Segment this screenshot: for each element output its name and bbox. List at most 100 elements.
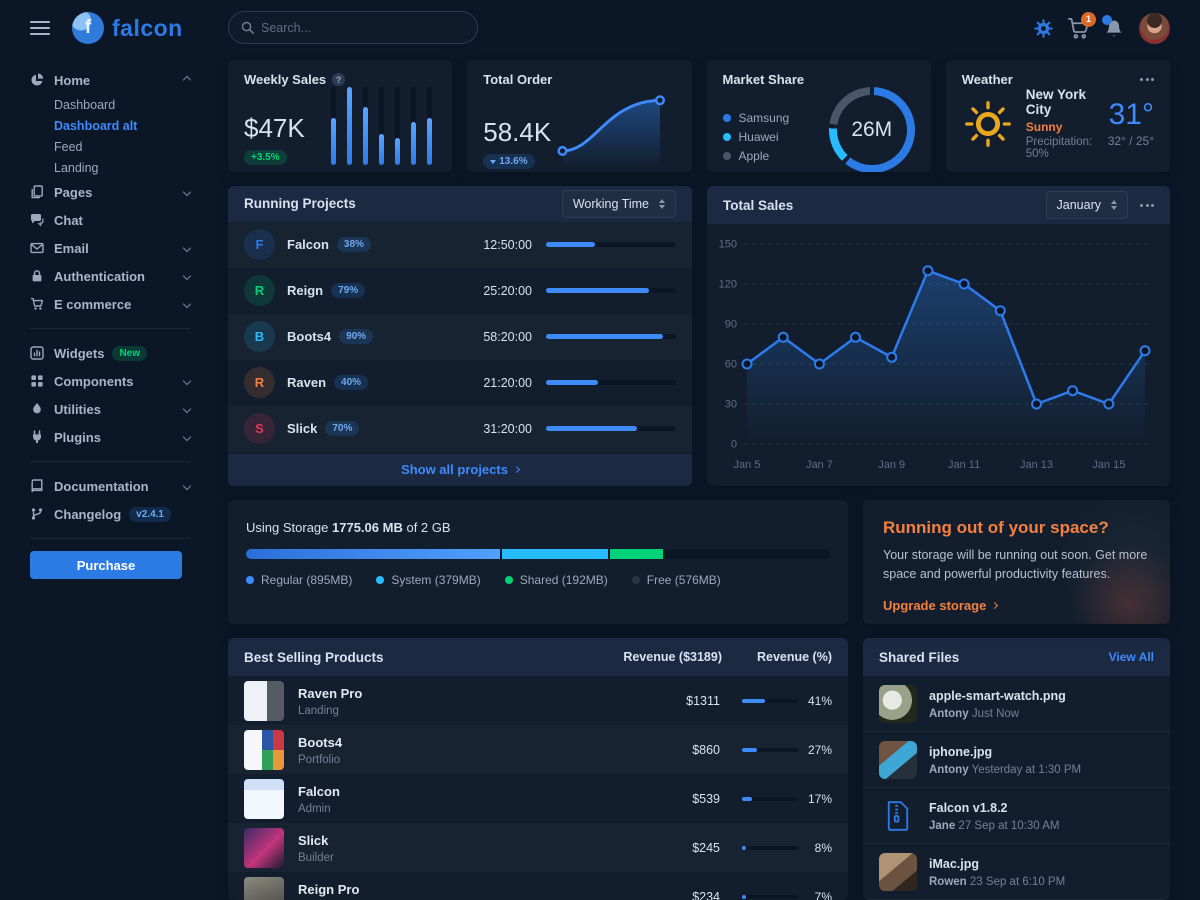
product-row-reign-pro[interactable]: Reign ProAgency $234 7% — [228, 872, 848, 900]
file-thumbnail — [879, 853, 917, 891]
svg-text:120: 120 — [719, 279, 737, 291]
file-row-falcon-v1-8-2[interactable]: Falcon v1.8.2Jane 27 Sep at 10:30 AM — [863, 788, 1170, 844]
file-row-apple-smart-watch-png[interactable]: apple-smart-watch.pngAntony Just Now — [863, 676, 1170, 732]
ellipsis-menu-icon[interactable] — [1140, 78, 1154, 81]
product-row-falcon[interactable]: FalconAdmin $539 17% — [228, 774, 848, 823]
project-percent-badge: 79% — [331, 283, 365, 298]
changelog-icon — [30, 507, 45, 521]
chevron-down-icon — [183, 405, 191, 413]
project-progress-bar — [546, 380, 676, 385]
sidebar-badge: New — [112, 346, 147, 361]
sidebar-item-utilities[interactable]: Utilities — [30, 395, 190, 423]
market-share-donut-chart: 26M — [829, 87, 915, 172]
project-row-boots4[interactable]: B Boots4 90% 58:20:00 — [228, 314, 692, 360]
product-percent-bar — [742, 699, 798, 703]
sidebar: HomeDashboardDashboard altFeedLandingPag… — [0, 56, 212, 900]
product-percent-bar — [742, 797, 798, 801]
product-revenue: $1311 — [610, 694, 720, 708]
bar — [347, 87, 352, 165]
product-thumbnail — [244, 877, 284, 900]
month-select[interactable]: January — [1046, 191, 1128, 219]
sidebar-nav: HomeDashboardDashboard altFeedLandingPag… — [30, 66, 190, 528]
column-header-percent: Revenue (%) — [722, 650, 832, 664]
file-time: Just Now — [972, 708, 1019, 720]
sidebar-item-e-commerce[interactable]: E commerce — [30, 290, 190, 318]
sidebar-item-documentation[interactable]: Documentation — [30, 472, 190, 500]
bar — [331, 87, 336, 165]
product-revenue: $860 — [610, 743, 720, 757]
sidebar-item-feed[interactable]: Feed — [30, 136, 190, 157]
project-row-slick[interactable]: S Slick 70% 31:20:00 — [228, 406, 692, 452]
sidebar-item-plugins[interactable]: Plugins — [30, 423, 190, 451]
sidebar-item-widgets[interactable]: Widgets New — [30, 339, 190, 367]
file-thumbnail — [879, 685, 917, 723]
sidebar-item-label: Documentation — [54, 479, 149, 494]
file-row-imac-jpg[interactable]: iMac.jpgRowen 23 Sep at 6:10 PM — [863, 844, 1170, 900]
sidebar-item-landing[interactable]: Landing — [30, 157, 190, 178]
purchase-button[interactable]: Purchase — [30, 551, 182, 579]
project-avatar: R — [244, 275, 275, 306]
sidebar-item-email[interactable]: Email — [30, 234, 190, 262]
email-icon — [30, 241, 45, 255]
cart-icon[interactable]: 1 — [1068, 18, 1089, 39]
product-row-slick[interactable]: SlickBuilder $245 8% — [228, 823, 848, 872]
chat-icon — [30, 213, 45, 227]
search-box[interactable] — [228, 11, 478, 44]
info-icon[interactable]: ? — [332, 73, 345, 86]
sidebar-item-home[interactable]: Home — [30, 66, 190, 94]
product-name: Reign Pro — [298, 882, 359, 897]
divider — [30, 461, 190, 462]
settings-gear-icon[interactable] — [1034, 19, 1053, 38]
project-percent-badge: 90% — [339, 329, 373, 344]
chart-pie-icon — [30, 73, 45, 87]
chevron-down-icon — [183, 244, 191, 252]
product-name: Raven Pro — [298, 686, 362, 701]
sidebar-item-authentication[interactable]: Authentication — [30, 262, 190, 290]
svg-text:0: 0 — [731, 439, 737, 451]
falcon-logo[interactable]: f falcon — [72, 12, 183, 44]
product-percent: 27% — [798, 743, 832, 757]
sidebar-item-chat[interactable]: Chat — [30, 206, 190, 234]
ellipsis-menu-icon[interactable] — [1140, 204, 1154, 207]
sidebar-item-components[interactable]: Components — [30, 367, 190, 395]
menu-toggle-icon[interactable] — [30, 21, 50, 35]
sidebar-item-changelog[interactable]: Changelogv2.4.1 — [30, 500, 190, 528]
project-name: Boots4 — [287, 329, 331, 344]
project-row-falcon[interactable]: F Falcon 38% 12:50:00 — [228, 222, 692, 268]
user-avatar[interactable] — [1139, 13, 1170, 44]
sidebar-item-dashboard-alt[interactable]: Dashboard alt — [30, 115, 190, 136]
project-progress-bar — [546, 288, 676, 293]
sidebar-item-label: Widgets — [54, 346, 104, 361]
total-order-line-chart — [551, 87, 675, 169]
weather-city: New York City — [1026, 87, 1108, 117]
project-progress-bar — [546, 242, 676, 247]
storage-used: 1775.06 MB — [332, 520, 403, 535]
card-title: Weekly Sales — [244, 72, 326, 87]
product-row-boots4[interactable]: Boots4Portfolio $860 27% — [228, 725, 848, 774]
notifications-bell-icon[interactable] — [1104, 18, 1124, 38]
working-time-select[interactable]: Working Time — [562, 190, 676, 218]
upgrade-storage-link[interactable]: Upgrade storage — [883, 598, 997, 613]
project-row-reign[interactable]: R Reign 79% 25:20:00 — [228, 268, 692, 314]
file-name: iphone.jpg — [929, 745, 992, 759]
chevron-down-icon — [183, 433, 191, 441]
product-percent-bar — [742, 748, 798, 752]
search-input[interactable] — [261, 21, 465, 35]
product-name: Slick — [298, 833, 328, 848]
svg-text:Jan 15: Jan 15 — [1092, 459, 1125, 471]
file-row-iphone-jpg[interactable]: iphone.jpgAntony Yesterday at 1:30 PM — [863, 732, 1170, 788]
total-sales-card: Total Sales January 0306090120150Jan 5Ja… — [707, 186, 1170, 486]
search-icon — [241, 21, 254, 34]
sidebar-item-pages[interactable]: Pages — [30, 178, 190, 206]
sidebar-item-label: Components — [54, 374, 133, 389]
upgrade-space-card: Running out of your space? Your storage … — [863, 500, 1170, 624]
show-all-projects-link[interactable]: Show all projects — [228, 454, 692, 486]
project-time: 58:20:00 — [470, 330, 532, 344]
market-share-total: 26M — [829, 87, 915, 172]
product-row-raven-pro[interactable]: Raven ProLanding $1311 41% — [228, 676, 848, 725]
column-header-revenue: Revenue ($3189) — [582, 650, 722, 664]
project-row-raven[interactable]: R Raven 40% 21:20:00 — [228, 360, 692, 406]
sidebar-item-dashboard[interactable]: Dashboard — [30, 94, 190, 115]
sidebar-item-label: Email — [54, 241, 89, 256]
view-all-link[interactable]: View All — [1109, 650, 1154, 664]
